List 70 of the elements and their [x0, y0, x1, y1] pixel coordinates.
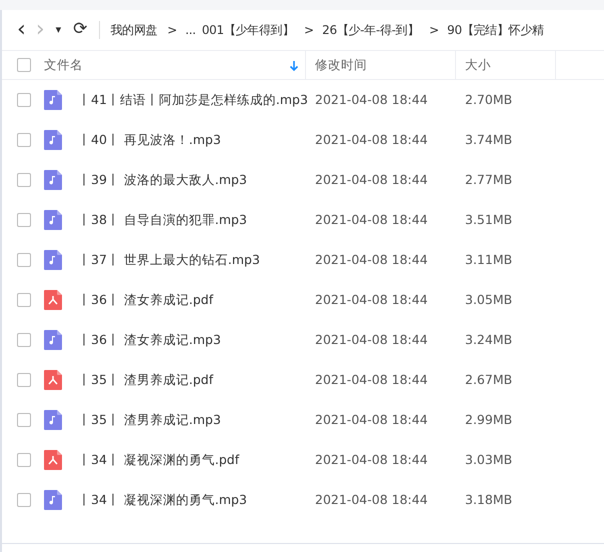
row-checkbox[interactable]	[17, 253, 31, 267]
file-name[interactable]: 丨39丨 波洛的最大敌人.mp3	[78, 170, 247, 190]
modified-time: 2021-04-08 18:44	[315, 210, 428, 229]
modified-time: 2021-04-08 18:44	[315, 90, 428, 109]
file-name[interactable]: 丨37丨 世界上最大的钻石.mp3	[78, 250, 260, 270]
file-name[interactable]: 丨34丨 凝视深渊的勇气.pdf	[78, 450, 240, 470]
row-checkbox[interactable]	[17, 453, 31, 467]
column-header[interactable]: 修改时间	[315, 56, 367, 74]
column-header[interactable]: 大小	[465, 56, 491, 74]
modified-time: 2021-04-08 18:44	[315, 450, 428, 469]
row-checkbox[interactable]	[17, 133, 31, 147]
file-size: 3.74MB	[465, 130, 512, 149]
file-size: 3.51MB	[465, 210, 512, 229]
audio-file-icon	[44, 490, 62, 510]
file-size: 2.99MB	[465, 410, 512, 429]
row-checkbox[interactable]	[17, 93, 31, 107]
file-name[interactable]: 丨35丨 渣男养成记.pdf	[78, 370, 214, 390]
file-name[interactable]: 丨35丨 渣男养成记.mp3	[78, 410, 221, 430]
modified-time: 2021-04-08 18:44	[315, 250, 428, 269]
select-all-checkbox[interactable]	[17, 58, 31, 72]
modified-time: 2021-04-08 18:44	[315, 290, 428, 309]
file-size: 3.05MB	[465, 290, 512, 309]
modified-time: 2021-04-08 18:44	[315, 170, 428, 189]
breadcrumb-link[interactable]: 26【少-年-得-到】	[322, 21, 420, 39]
audio-file-icon	[44, 330, 62, 350]
file-size: 2.70MB	[465, 90, 512, 109]
file-name[interactable]: 丨36丨 渣女养成记.mp3	[78, 330, 221, 350]
file-name[interactable]: 丨38丨 自导自演的犯罪.mp3	[78, 210, 247, 230]
breadcrumb-link[interactable]: ...	[185, 21, 196, 39]
pdf-file-icon	[44, 290, 62, 310]
audio-file-icon	[44, 90, 62, 110]
row-checkbox[interactable]	[17, 293, 31, 307]
dropdown-button[interactable]: ▾	[50, 22, 68, 38]
audio-file-icon	[44, 210, 62, 230]
file-size: 2.77MB	[465, 170, 512, 189]
row-checkbox[interactable]	[17, 373, 31, 387]
row-checkbox[interactable]	[17, 413, 31, 427]
breadcrumb-link[interactable]: 我的网盘	[110, 21, 158, 39]
breadcrumb-link[interactable]: 001【少年得到】	[202, 21, 294, 39]
file-size: 3.11MB	[465, 250, 512, 269]
file-name[interactable]: 丨34丨 凝视深渊的勇气.mp3	[78, 490, 247, 510]
file-name[interactable]: 丨41丨结语丨阿加莎是怎样练成的.mp3	[78, 90, 308, 110]
refresh-button[interactable]: ⟳	[67, 17, 94, 43]
row-checkbox[interactable]	[17, 173, 31, 187]
audio-file-icon	[44, 410, 62, 430]
file-name[interactable]: 丨40丨 再见波洛！.mp3	[78, 130, 221, 150]
breadcrumb-separator: >	[304, 22, 314, 39]
file-size: 3.03MB	[465, 450, 512, 469]
file-name[interactable]: 丨36丨 渣女养成记.pdf	[78, 290, 214, 310]
file-size: 2.67MB	[465, 370, 512, 389]
breadcrumb-link[interactable]: 90【完结】怀少精	[447, 21, 544, 39]
row-checkbox[interactable]	[17, 333, 31, 347]
row-checkbox[interactable]	[17, 493, 31, 507]
file-size: 3.18MB	[465, 490, 512, 509]
back-button[interactable]: ‹	[12, 19, 31, 41]
modified-time: 2021-04-08 18:44	[315, 410, 428, 429]
breadcrumb-separator: >	[167, 22, 178, 39]
modified-time: 2021-04-08 18:44	[315, 130, 428, 149]
audio-file-icon	[44, 170, 62, 190]
breadcrumb-separator: >	[429, 22, 440, 39]
column-header[interactable]: 文件名	[44, 56, 83, 74]
pdf-file-icon	[44, 370, 62, 390]
file-size: 3.24MB	[465, 330, 512, 349]
modified-time: 2021-04-08 18:44	[315, 370, 428, 389]
row-checkbox[interactable]	[17, 213, 31, 227]
modified-time: 2021-04-08 18:44	[315, 330, 428, 349]
modified-time: 2021-04-08 18:44	[315, 490, 428, 509]
audio-file-icon	[44, 250, 62, 270]
audio-file-icon	[44, 130, 62, 150]
pdf-file-icon	[44, 450, 62, 470]
